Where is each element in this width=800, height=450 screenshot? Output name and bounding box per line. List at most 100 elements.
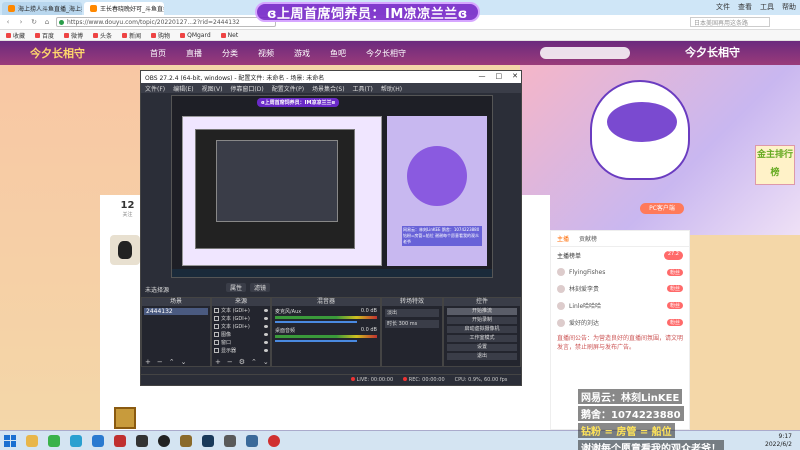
obs-menu-tools[interactable]: 工具(T) xyxy=(353,84,373,93)
close-icon[interactable]: ✕ xyxy=(512,72,518,80)
obs-menu-file[interactable]: 文件(F) xyxy=(145,84,165,93)
visibility-icon[interactable] xyxy=(264,340,268,344)
move-down-icon[interactable]: ⌄ xyxy=(181,358,187,366)
browser-tab-1[interactable]: 海上捞人斗鱼直播_海上捞人... xyxy=(2,2,82,15)
browser-search-input[interactable]: 日本美国再用这条路 xyxy=(690,17,770,27)
exit-button[interactable]: 退出 xyxy=(447,353,517,360)
remove-icon[interactable]: − xyxy=(157,358,163,366)
wechat-icon[interactable] xyxy=(48,434,60,447)
visibility-icon[interactable] xyxy=(264,308,268,312)
obs-preview-canvas[interactable]: ɞ上周首席饲养员：IM凉凉兰兰ɞ 网易云：林刻LinKEE 鹅舍：1074223… xyxy=(171,95,493,278)
visibility-icon[interactable] xyxy=(264,348,268,352)
obs-menu-help[interactable]: 帮助(H) xyxy=(381,84,402,93)
game-icon[interactable] xyxy=(180,434,192,447)
obs-menu-view[interactable]: 视图(V) xyxy=(202,84,223,93)
bookmark-item[interactable]: 新闻 xyxy=(122,31,141,40)
streamer-avatar[interactable] xyxy=(110,235,140,265)
app-icon[interactable] xyxy=(246,434,258,447)
list-item[interactable]: 爱好的刘达 粉丝 xyxy=(551,314,689,331)
obs-menu-docks[interactable]: 停靠窗口(D) xyxy=(230,84,263,93)
filters-button[interactable]: 滤镜 xyxy=(250,283,271,292)
start-streaming-button[interactable]: 开始推流 xyxy=(447,308,517,315)
music-icon[interactable] xyxy=(114,434,126,447)
obs-status-bar: LIVE: 00:00:00 REC: 00:00:00 CPU: 0.9%, … xyxy=(141,374,521,385)
list-item[interactable]: FlyingFishes 粉丝 xyxy=(551,264,689,280)
nav-live[interactable]: 直播 xyxy=(186,48,202,59)
steam-icon[interactable] xyxy=(202,434,214,447)
volume-slider[interactable] xyxy=(275,321,357,323)
tab-contribution[interactable]: 贡献榜 xyxy=(579,234,597,243)
home-icon[interactable]: ⌂ xyxy=(43,18,51,26)
move-up-icon[interactable]: ⌃ xyxy=(169,358,175,366)
source-item[interactable]: 图像 xyxy=(212,330,270,338)
back-icon[interactable]: ‹ xyxy=(4,18,12,26)
browser-tab-2[interactable]: 王长春晓晚好可_斗鱼直播_... xyxy=(84,2,164,15)
visibility-icon[interactable] xyxy=(264,316,268,320)
duration-field[interactable]: 时长 300 ms xyxy=(385,320,439,328)
nav-yuba[interactable]: 鱼吧 xyxy=(330,48,346,59)
obs-menu-profile[interactable]: 配置文件(P) xyxy=(272,84,304,93)
start-virtual-camera-button[interactable]: 启动虚拟摄像机 xyxy=(447,326,517,333)
maximize-icon[interactable]: □ xyxy=(496,72,503,80)
properties-button[interactable]: 属性 xyxy=(226,283,247,292)
bookmark-item[interactable]: QMgard xyxy=(180,32,211,39)
obs-icon[interactable] xyxy=(158,434,170,447)
menu-file[interactable]: 文件 xyxy=(716,2,730,12)
minimize-icon[interactable]: — xyxy=(479,72,486,80)
pc-client-button[interactable]: PC客户端 xyxy=(640,203,684,214)
nav-games[interactable]: 游戏 xyxy=(294,48,310,59)
obs-menu-edit[interactable]: 编辑(E) xyxy=(173,84,193,93)
site-search-input[interactable] xyxy=(540,47,630,59)
bookmark-item[interactable]: 微博 xyxy=(64,31,83,40)
tab-anchor[interactable]: 主播 xyxy=(557,234,569,243)
transition-select[interactable]: 淡出 xyxy=(385,309,439,317)
nav-video[interactable]: 视频 xyxy=(258,48,274,59)
netease-music-icon[interactable] xyxy=(268,434,280,447)
bookmark-item[interactable]: 购物 xyxy=(151,31,170,40)
nav-home[interactable]: 首页 xyxy=(150,48,166,59)
list-item[interactable]: Linle哈哈哈 粉丝 xyxy=(551,297,689,314)
source-item[interactable]: 显示器 xyxy=(212,346,270,354)
source-item[interactable]: 窗口 xyxy=(212,338,270,346)
source-item[interactable]: 文本 (GDI+) xyxy=(212,306,270,314)
app-icon[interactable] xyxy=(136,434,148,447)
start-recording-button[interactable]: 开始录制 xyxy=(447,317,517,324)
url-input[interactable]: https://www.douyu.com/topic/20220127...2… xyxy=(56,17,276,27)
menu-tools[interactable]: 工具 xyxy=(760,2,774,12)
refresh-icon[interactable]: ↻ xyxy=(30,18,38,26)
gift-thumbnail[interactable] xyxy=(114,407,136,429)
menu-help[interactable]: 帮助 xyxy=(782,2,796,12)
bookmark-item[interactable]: 百度 xyxy=(35,31,54,40)
add-icon[interactable]: + xyxy=(215,358,221,366)
site-logo[interactable]: 今夕长相守 xyxy=(30,45,85,61)
app-icon[interactable] xyxy=(224,434,236,447)
ranking-badge[interactable]: 金主排行榜 xyxy=(755,145,795,185)
gear-icon[interactable]: ⚙ xyxy=(239,358,245,366)
bookmark-item[interactable]: 头条 xyxy=(93,31,112,40)
bookmark-item[interactable]: 收藏 xyxy=(6,31,25,40)
source-item[interactable]: 文本 (GDI+) xyxy=(212,322,270,330)
move-down-icon[interactable]: ⌄ xyxy=(263,358,269,366)
nav-event[interactable]: 今夕长相守 xyxy=(366,48,406,59)
menu-view[interactable]: 查看 xyxy=(738,2,752,12)
list-item[interactable]: 林刻爱李贵 粉丝 xyxy=(551,280,689,297)
settings-button[interactable]: 设置 xyxy=(447,344,517,351)
chat-icon[interactable] xyxy=(70,434,82,447)
source-item[interactable]: 文本 (GDI+) xyxy=(212,314,270,322)
bookmark-item[interactable]: Net xyxy=(220,32,238,39)
scene-item[interactable]: 2444132 xyxy=(144,308,208,315)
obs-menu-scene-collection[interactable]: 场景集合(S) xyxy=(312,84,345,93)
visibility-icon[interactable] xyxy=(264,324,268,328)
remove-icon[interactable]: − xyxy=(227,358,233,366)
forward-icon[interactable]: › xyxy=(17,18,25,26)
visibility-icon[interactable] xyxy=(264,332,268,336)
windows-start-icon[interactable] xyxy=(4,434,16,447)
fan-info: 钻粉 = 房管 = 船位 xyxy=(578,423,675,438)
nav-category[interactable]: 分类 xyxy=(222,48,238,59)
add-icon[interactable]: + xyxy=(145,358,151,366)
move-up-icon[interactable]: ⌃ xyxy=(251,358,257,366)
volume-slider[interactable] xyxy=(275,340,357,342)
studio-mode-button[interactable]: 工作室模式 xyxy=(447,335,517,342)
explorer-icon[interactable] xyxy=(26,434,38,447)
browser-icon[interactable] xyxy=(92,434,104,447)
